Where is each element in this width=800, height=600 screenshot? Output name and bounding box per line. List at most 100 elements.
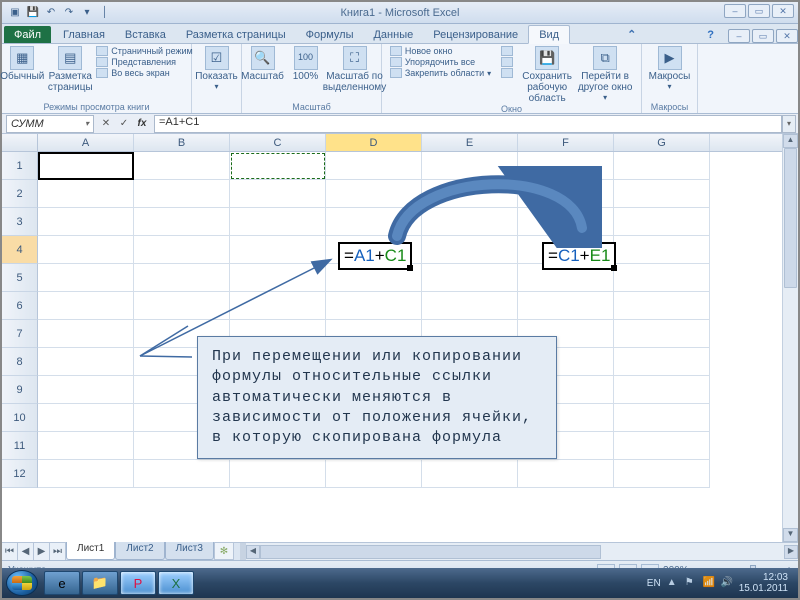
cell-D6[interactable] — [326, 292, 422, 320]
undo-icon[interactable]: ↶ — [44, 6, 58, 20]
arrange-button[interactable]: Упорядочить все — [390, 57, 491, 67]
tab-data[interactable]: Данные — [363, 26, 423, 43]
cell-G12[interactable] — [614, 460, 710, 488]
zoom100-button[interactable]: 100100% — [289, 46, 323, 82]
cell-D12[interactable] — [326, 460, 422, 488]
cell-A12[interactable] — [38, 460, 134, 488]
row-3[interactable]: 3 — [2, 208, 38, 236]
sheet-tab-3[interactable]: Лист3 — [165, 542, 214, 560]
macros-button[interactable]: ▶Макросы▾ — [648, 46, 692, 92]
row-2[interactable]: 2 — [2, 180, 38, 208]
cell-G4[interactable] — [614, 236, 710, 264]
cell-D3[interactable] — [326, 208, 422, 236]
excel-taskbar-icon[interactable]: X — [158, 571, 194, 595]
cell-E6[interactable] — [422, 292, 518, 320]
cell-B2[interactable] — [134, 180, 230, 208]
hide-button[interactable] — [501, 57, 513, 67]
cell-F2[interactable] — [518, 180, 614, 208]
scroll-thumb[interactable] — [784, 148, 797, 288]
restore-button[interactable]: ▭ — [748, 4, 770, 18]
close-button[interactable]: ✕ — [772, 4, 794, 18]
cell-A8[interactable] — [38, 348, 134, 376]
prev-sheet-button[interactable]: ◀ — [18, 543, 34, 560]
cell-F6[interactable] — [518, 292, 614, 320]
cell-E2[interactable] — [422, 180, 518, 208]
file-tab[interactable]: Файл — [4, 26, 51, 43]
scroll-up-button[interactable]: ▲ — [783, 134, 798, 148]
name-box[interactable]: СУММ▾ — [6, 115, 94, 133]
pagelayout-view-button[interactable]: ▤Разметка страницы — [48, 46, 92, 93]
switch-window-button[interactable]: ⧉Перейти в другое окно▾ — [577, 46, 633, 103]
cell-G2[interactable] — [614, 180, 710, 208]
cell-E12[interactable] — [422, 460, 518, 488]
tab-insert[interactable]: Вставка — [115, 26, 176, 43]
row-7[interactable]: 7 — [2, 320, 38, 348]
enter-formula-button[interactable]: ✓ — [116, 116, 132, 132]
cell-A5[interactable] — [38, 264, 134, 292]
wb-minimize-button[interactable]: – — [728, 29, 750, 43]
cell-A11[interactable] — [38, 432, 134, 460]
cell-G9[interactable] — [614, 376, 710, 404]
select-all-corner[interactable] — [2, 134, 38, 151]
tab-pagelayout[interactable]: Разметка страницы — [176, 26, 296, 43]
unhide-button[interactable] — [501, 68, 513, 78]
tray-flag-icon[interactable]: ▲ — [667, 577, 679, 589]
cell-G1[interactable] — [614, 152, 710, 180]
cell-A3[interactable] — [38, 208, 134, 236]
cell-G3[interactable] — [614, 208, 710, 236]
cell-A6[interactable] — [38, 292, 134, 320]
col-D[interactable]: D — [326, 134, 422, 151]
cell-G11[interactable] — [614, 432, 710, 460]
cell-C5[interactable] — [230, 264, 326, 292]
cell-B3[interactable] — [134, 208, 230, 236]
cell-F3[interactable] — [518, 208, 614, 236]
col-C[interactable]: C — [230, 134, 326, 151]
zoom-button[interactable]: 🔍Масштаб — [241, 46, 285, 82]
cell-A9[interactable] — [38, 376, 134, 404]
sheet-tab-2[interactable]: Лист2 — [115, 542, 164, 560]
cell-A1[interactable] — [38, 152, 134, 180]
tray-volume-icon[interactable]: 🔊 — [721, 577, 733, 589]
wb-restore-button[interactable]: ▭ — [752, 29, 774, 43]
cancel-formula-button[interactable]: ✕ — [98, 116, 114, 132]
cell-G10[interactable] — [614, 404, 710, 432]
lang-indicator[interactable]: EN — [647, 578, 661, 589]
start-button[interactable] — [6, 570, 38, 596]
cell-G6[interactable] — [614, 292, 710, 320]
cell-C3[interactable] — [230, 208, 326, 236]
cell-A10[interactable] — [38, 404, 134, 432]
zoom-selection-button[interactable]: ⛶Масштаб по выделенному — [327, 46, 383, 93]
horizontal-scrollbar[interactable]: ◀ ▶ — [246, 543, 798, 560]
ribbon-collapse-icon[interactable]: ⌃ — [623, 26, 640, 43]
cell-E1[interactable] — [422, 152, 518, 180]
cell-C2[interactable] — [230, 180, 326, 208]
ie-taskbar-icon[interactable]: e — [44, 571, 80, 595]
col-B[interactable]: B — [134, 134, 230, 151]
wb-close-button[interactable]: ✕ — [776, 29, 798, 43]
cell-F1[interactable] — [518, 152, 614, 180]
vertical-scrollbar[interactable]: ▲ ▼ — [782, 134, 798, 542]
cell-E5[interactable] — [422, 264, 518, 292]
cell-A7[interactable] — [38, 320, 134, 348]
customviews-button[interactable]: Представления — [96, 57, 192, 67]
save-icon[interactable]: 💾 — [26, 6, 40, 20]
normal-view-button[interactable]: ▦Обычный — [0, 46, 44, 82]
cell-G5[interactable] — [614, 264, 710, 292]
cell-A4[interactable] — [38, 236, 134, 264]
fullscreen-button[interactable]: Во весь экран — [96, 68, 192, 78]
tab-formulas[interactable]: Формулы — [296, 26, 364, 43]
first-sheet-button[interactable]: ⏮ — [2, 543, 18, 560]
cell-G7[interactable] — [614, 320, 710, 348]
namebox-dropdown-icon[interactable]: ▾ — [85, 119, 89, 128]
cell-B1[interactable] — [134, 152, 230, 180]
col-E[interactable]: E — [422, 134, 518, 151]
cell-D2[interactable] — [326, 180, 422, 208]
worksheet-grid[interactable]: A B C D E F G 123456789101112 =A1+C1 =C1… — [2, 134, 798, 542]
row-11[interactable]: 11 — [2, 432, 38, 460]
sheet-tab-1[interactable]: Лист1 — [66, 542, 115, 560]
redo-icon[interactable]: ↷ — [62, 6, 76, 20]
split-button[interactable] — [501, 46, 513, 56]
powerpoint-taskbar-icon[interactable]: P — [120, 571, 156, 595]
cell-F12[interactable] — [518, 460, 614, 488]
scroll-right-button[interactable]: ▶ — [784, 545, 798, 559]
